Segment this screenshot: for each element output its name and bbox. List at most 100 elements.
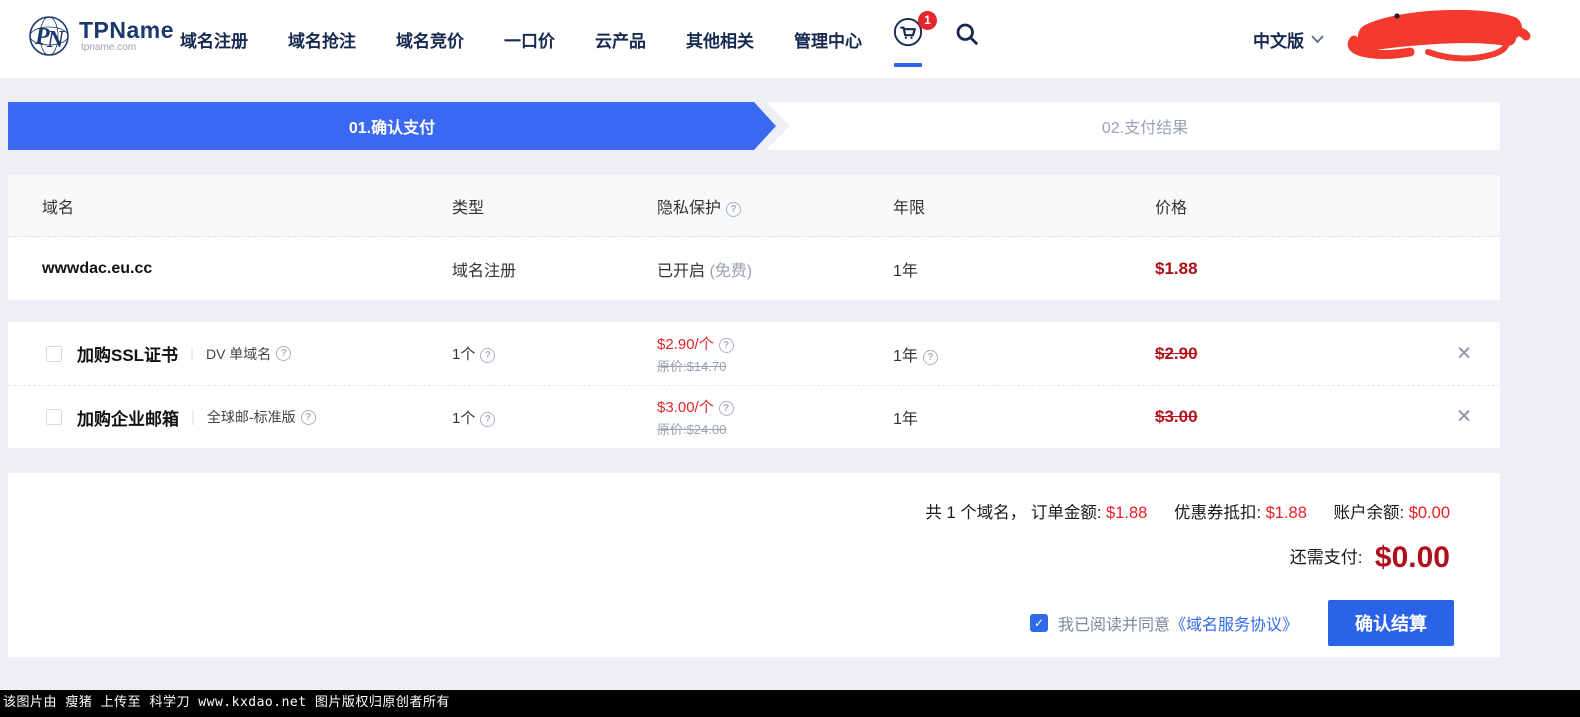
nav-item-other[interactable]: 其他相关 [686, 27, 754, 52]
amount-due-line: 还需支付: $0.00 [1290, 541, 1450, 575]
addon-email-left: 加购企业邮箱 | 全球邮-标准版 ? [46, 405, 452, 430]
nav-item-cloud-products[interactable]: 云产品 [595, 27, 646, 52]
addon-email-unit-price: $3.00/个? [657, 396, 893, 417]
order-privacy-status: 已开启 [657, 262, 706, 280]
main-nav: 域名注册 域名抢注 域名竞价 一口价 云产品 其他相关 管理中心 [180, 0, 862, 78]
agreement-and-checkout-row: ✓ 我已阅读并同意 《域名服务协议》 确认结算 [1029, 600, 1454, 646]
addon-ssl-qty-value: 1个 [452, 346, 476, 363]
addon-email-total: $3.00 [1155, 407, 1198, 426]
order-domain: wwwdac.eu.cc [42, 259, 153, 277]
summary-order-label: 订单金额: [1030, 504, 1102, 522]
addon-ssl-qty-help-icon[interactable]: ? [480, 348, 496, 363]
cart-button[interactable]: 1 [893, 11, 937, 67]
addon-ssl-unit-price: $2.90/个? [657, 333, 893, 354]
order-type: 域名注册 [452, 262, 517, 280]
col-header-price: 价格 [1155, 199, 1188, 217]
addon-ssl-remove-icon[interactable]: ✕ [1452, 340, 1476, 367]
cart-count-badge: 1 [918, 11, 937, 30]
summary-order-amount: $1.88 [1106, 504, 1148, 522]
addon-ssl-years-value: 1年 [893, 347, 918, 365]
nav-item-domain-auction[interactable]: 域名竞价 [396, 27, 464, 52]
addon-ssl-variant-help-icon[interactable]: ? [276, 346, 292, 361]
order-table-card: 域名 类型 隐私保护? 年限 价格 wwwdac.eu.cc 域名注册 已开启 … [8, 175, 1500, 300]
brand-logo-icon: P N [26, 13, 72, 59]
col-header-domain: 域名 [42, 199, 75, 217]
summary-domain-count: 共 1 个域名， [925, 504, 1027, 522]
addon-email-original-price: 原价:$24.00 [657, 422, 727, 437]
addon-ssl-price-help-icon[interactable]: ? [718, 337, 734, 353]
brand-name: TPName [79, 17, 175, 43]
order-summary-card: 共 1 个域名， 订单金额: $1.88 优惠券抵扣: $1.88 账户余额: … [8, 473, 1500, 657]
order-years: 1年 [893, 262, 918, 280]
watermark-bar: 该图片由 瘦猪 上传至 科学刀 www.kxdao.net 图片版权归原创者所有 [0, 690, 1580, 717]
addon-ssl-divider: | [190, 345, 194, 362]
privacy-help-icon[interactable]: ? [726, 201, 742, 217]
agreement-checkbox[interactable]: ✓ [1029, 614, 1048, 632]
step-payment-result: 02.支付结果 [790, 102, 1500, 150]
col-header-privacy: 隐私保护? [657, 194, 893, 218]
addon-email-qty-help-icon[interactable]: ? [480, 411, 496, 427]
watermark-text: 该图片由 瘦猪 上传至 科学刀 www.kxdao.net 图片版权归原创者所有 [3, 695, 450, 710]
checkout-page: P N TPName tpname.com 域名注册 域名抢注 域名竞价 一口价… [0, 0, 1580, 717]
step2-label: 02.支付结果 [1101, 120, 1189, 137]
addon-ssl-total: $2.90 [1155, 343, 1198, 363]
language-selector[interactable]: 中文版 [1253, 0, 1324, 78]
addon-email-price-help-icon[interactable]: ? [718, 401, 734, 416]
addon-email-divider: | [191, 408, 195, 426]
addon-email-variant: 全球邮-标准版 [206, 409, 296, 425]
top-navigation-bar: P N TPName tpname.com 域名注册 域名抢注 域名竞价 一口价… [0, 0, 1580, 78]
order-privacy-note: (免费) [709, 262, 753, 280]
checkout-steps: 01.确认支付 02.支付结果 [8, 102, 1500, 150]
addon-email-checkbox[interactable] [46, 409, 62, 425]
order-price: $1.88 [1155, 258, 1198, 278]
nav-item-buy-now[interactable]: 一口价 [504, 27, 555, 52]
addon-email-qty-value: 1个 [452, 409, 476, 427]
summary-balance-label: 账户余额: [1333, 504, 1405, 522]
nav-item-domain-register[interactable]: 域名注册 [180, 27, 248, 52]
search-button[interactable] [953, 20, 983, 50]
order-table-header: 域名 类型 隐私保护? 年限 价格 [8, 175, 1500, 237]
addon-ssl-checkbox[interactable] [46, 345, 62, 362]
addon-ssl-original-price: 原价:$14.70 [657, 358, 727, 374]
addon-email-remove-icon[interactable]: ✕ [1452, 404, 1476, 431]
svg-text:N: N [46, 27, 66, 53]
confirm-checkout-button[interactable]: 确认结算 [1328, 600, 1454, 646]
addon-ssl-name: 加购SSL证书 [77, 346, 179, 365]
amount-due-label: 还需支付: [1289, 548, 1363, 567]
summary-coupon-label: 优惠券抵扣: [1173, 504, 1262, 522]
addon-ssl-years: 1年? [893, 342, 1155, 366]
brand-logo[interactable]: P N TPName tpname.com [26, 13, 174, 59]
col-header-privacy-label: 隐私保护 [657, 199, 722, 217]
addon-email-name: 加购企业邮箱 [77, 409, 179, 429]
addon-row-email: 加购企业邮箱 | 全球邮-标准版 ? 1个? $3.00/个? 原价:$24.0… [8, 385, 1500, 448]
addon-ssl-years-help-icon[interactable]: ? [922, 349, 938, 365]
addons-card: 加购SSL证书 | DV 单域名 ? 1个? $2.90/个? 原价:$14.7… [8, 322, 1500, 448]
chevron-down-icon [1311, 35, 1324, 44]
nav-item-management-center[interactable]: 管理中心 [794, 27, 862, 52]
summary-balance-amount: $0.00 [1408, 504, 1450, 522]
col-header-years: 年限 [893, 199, 926, 217]
cart-active-indicator [894, 63, 922, 67]
order-table-row: wwwdac.eu.cc 域名注册 已开启 (免费) 1年 $1.88 [8, 237, 1500, 300]
addon-ssl-variant: DV 单域名 [205, 345, 272, 362]
step1-label: 01.确认支付 [348, 120, 436, 137]
brand-domain: tpname.com [81, 42, 137, 53]
agreement-link[interactable]: 《域名服务协议》 [1170, 611, 1298, 635]
brand-text: TPName tpname.com [79, 17, 175, 54]
search-icon [953, 20, 983, 48]
addon-ssl-left: 加购SSL证书 | DV 单域名 ? [46, 341, 452, 366]
step-confirm-payment: 01.确认支付 [8, 102, 776, 150]
summary-amounts-line: 共 1 个域名， 订单金额: $1.88 优惠券抵扣: $1.88 账户余额: … [925, 499, 1450, 523]
addon-ssl-unit-price-value: $2.90/个 [657, 335, 714, 353]
addon-ssl-price-cell: $2.90/个? 原价:$14.70 [657, 333, 893, 375]
order-privacy: 已开启 (免费) [657, 257, 893, 281]
addon-email-years: 1年 [893, 411, 918, 428]
redacted-user-info-scribble [1342, 6, 1534, 66]
nav-item-domain-backorder[interactable]: 域名抢注 [288, 27, 356, 52]
summary-coupon-amount: $1.88 [1265, 504, 1307, 522]
addon-email-unit-price-value: $3.00/个 [657, 399, 714, 416]
col-header-type: 类型 [452, 199, 485, 217]
addon-email-qty: 1个? [452, 407, 657, 428]
addon-ssl-qty: 1个? [452, 343, 657, 364]
addon-email-variant-help-icon[interactable]: ? [300, 409, 316, 425]
